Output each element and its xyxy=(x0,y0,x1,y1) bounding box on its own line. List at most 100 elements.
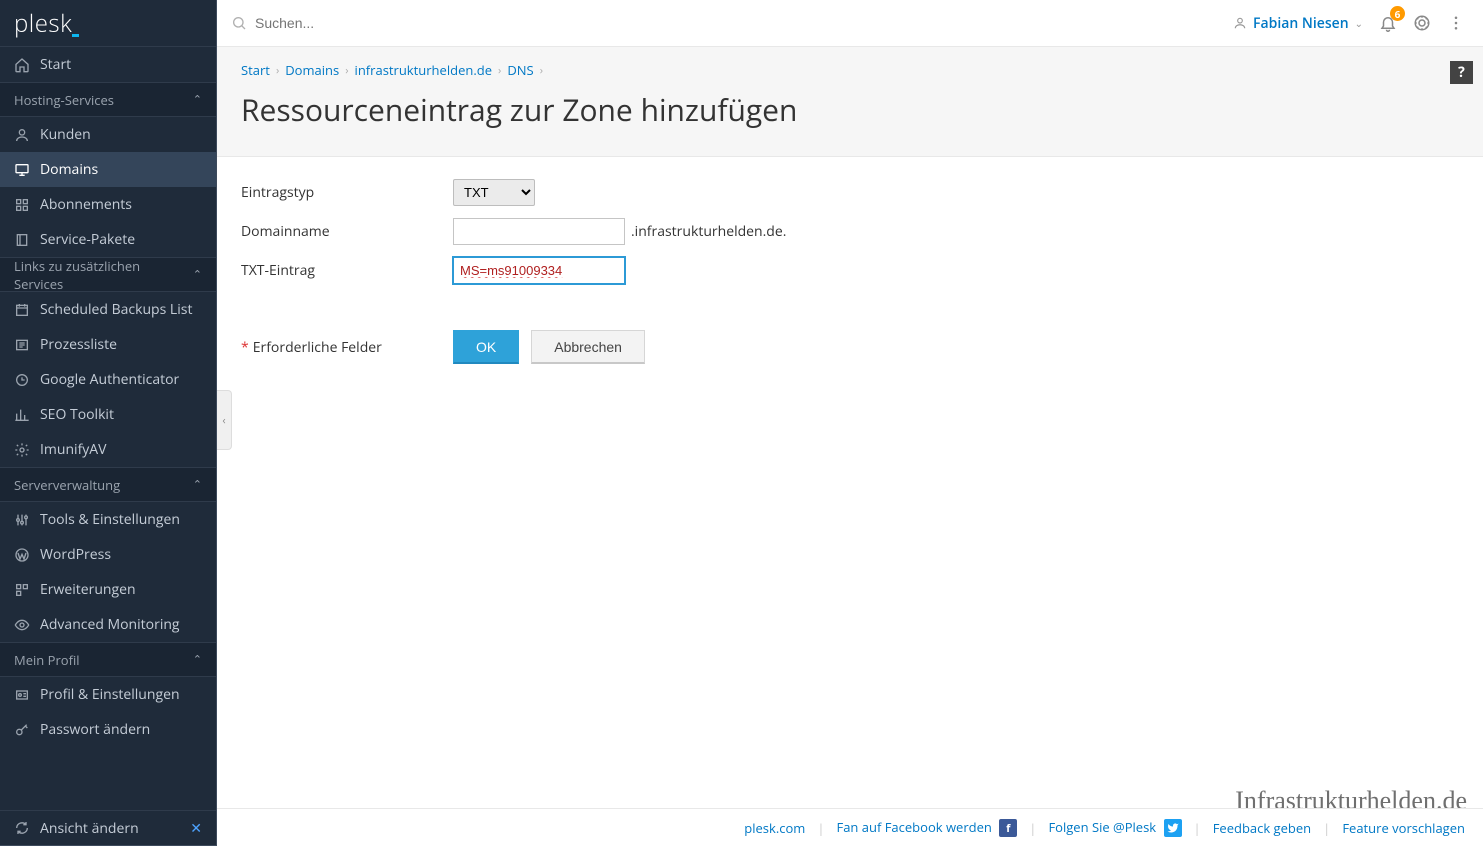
breadcrumb-item[interactable]: infrastrukturhelden.de xyxy=(355,61,492,79)
sidebar-item-label: Passwort ändern xyxy=(40,720,202,739)
sidebar-section-profile[interactable]: Mein Profil ⌃ xyxy=(0,642,216,677)
logo[interactable]: plesk xyxy=(0,0,216,47)
form-row-actions: *Erforderliche Felder OK Abbrechen xyxy=(241,330,1459,364)
sidebar-item-label: Prozessliste xyxy=(40,335,202,354)
chevron-right-icon: › xyxy=(540,63,543,78)
sidebar-item-tools[interactable]: Tools & Einstellungen xyxy=(0,502,216,537)
footer-link-feature[interactable]: Feature vorschlagen xyxy=(1342,819,1465,837)
footer-link-twitter[interactable]: Folgen Sie @Plesk xyxy=(1048,818,1156,836)
sidebar-item-prozessliste[interactable]: Prozessliste xyxy=(0,327,216,362)
nav: Start Hosting-Services ⌃ Kunden Domains … xyxy=(0,47,216,810)
sidebar-collapse-handle[interactable]: ‹ xyxy=(217,390,232,450)
sidebar-item-label: Ansicht ändern xyxy=(40,819,180,838)
breadcrumb-item[interactable]: Domains xyxy=(285,61,339,79)
twitter-icon[interactable] xyxy=(1164,819,1182,837)
sidebar-item-erweiterungen[interactable]: Erweiterungen xyxy=(0,572,216,607)
notifications-badge: 6 xyxy=(1390,6,1405,21)
sidebar-section-hosting[interactable]: Hosting-Services ⌃ xyxy=(0,82,216,117)
search-icon xyxy=(231,15,247,31)
chevron-up-icon: ⌃ xyxy=(193,267,202,282)
sidebar-item-kunden[interactable]: Kunden xyxy=(0,117,216,152)
search xyxy=(231,15,1225,31)
key-icon xyxy=(14,722,30,738)
sidebar-item-service-pakete[interactable]: Service-Pakete xyxy=(0,222,216,257)
footer-link-plesk[interactable]: plesk.com xyxy=(744,819,805,837)
chevron-right-icon: › xyxy=(276,63,279,78)
book-icon xyxy=(14,232,30,248)
breadcrumb-item[interactable]: Start xyxy=(241,61,270,79)
notifications-icon[interactable]: 6 xyxy=(1379,14,1397,32)
domain-suffix: .infrastrukturhelden.de. xyxy=(631,222,786,241)
footer: plesk.com | Fan auf Facebook werden f | … xyxy=(217,808,1483,846)
form-label-domain: Domainname xyxy=(241,222,453,241)
sliders-icon xyxy=(14,512,30,528)
sidebar-item-seo[interactable]: SEO Toolkit xyxy=(0,397,216,432)
sidebar-item-label: WordPress xyxy=(40,545,202,564)
sidebar-item-monitoring[interactable]: Advanced Monitoring xyxy=(0,607,216,642)
gear-icon xyxy=(14,442,30,458)
sidebar-section-label: Serververwaltung xyxy=(14,476,120,494)
sidebar-item-label: Abonnements xyxy=(40,195,202,214)
user-icon xyxy=(14,127,30,143)
chart-icon xyxy=(14,407,30,423)
content-header: Start› Domains› infrastrukturhelden.de› … xyxy=(217,47,1483,157)
sidebar-item-password[interactable]: Passwort ändern xyxy=(0,712,216,747)
sidebar-item-backups[interactable]: Scheduled Backups List xyxy=(0,292,216,327)
sidebar-item-label: Tools & Einstellungen xyxy=(40,510,202,529)
sidebar-item-profil[interactable]: Profil & Einstellungen xyxy=(0,677,216,712)
chevron-up-icon: ⌃ xyxy=(193,477,202,492)
form-label-txt: TXT-Eintrag xyxy=(241,261,453,280)
more-menu-icon[interactable] xyxy=(1447,14,1465,32)
sidebar-item-start[interactable]: Start xyxy=(0,47,216,82)
domain-name-input[interactable] xyxy=(453,218,625,245)
sidebar-item-imunify[interactable]: ImunifyAV xyxy=(0,432,216,467)
sidebar-item-label: Advanced Monitoring xyxy=(40,615,202,634)
search-input[interactable] xyxy=(255,15,555,31)
chevron-right-icon: › xyxy=(498,63,501,78)
page-title: Ressourceneintrag zur Zone hinzufügen xyxy=(241,89,1459,130)
sidebar-section-links[interactable]: Links zu zusätzlichen Services ⌃ xyxy=(0,257,216,292)
footer-link-facebook[interactable]: Fan auf Facebook werden xyxy=(836,818,991,836)
sidebar-item-google-auth[interactable]: Google Authenticator xyxy=(0,362,216,397)
sidebar-item-label: Google Authenticator xyxy=(40,370,202,389)
required-fields-note: *Erforderliche Felder xyxy=(241,338,453,357)
cancel-button[interactable]: Abbrechen xyxy=(531,330,645,364)
sidebar-item-wordpress[interactable]: WordPress xyxy=(0,537,216,572)
grid-icon xyxy=(14,197,30,213)
sidebar-item-label: Scheduled Backups List xyxy=(40,300,202,319)
chevron-up-icon: ⌃ xyxy=(193,92,202,107)
sidebar-section-server[interactable]: Serververwaltung ⌃ xyxy=(0,467,216,502)
footer-link-feedback[interactable]: Feedback geben xyxy=(1213,819,1311,837)
facebook-icon[interactable]: f xyxy=(999,819,1017,837)
puzzle-icon xyxy=(14,582,30,598)
breadcrumb-item[interactable]: DNS xyxy=(507,61,533,79)
home-icon xyxy=(14,57,30,73)
sidebar-item-label: Service-Pakete xyxy=(40,230,202,249)
google-icon xyxy=(14,372,30,388)
user-menu[interactable]: Fabian Niesen ⌄ xyxy=(1233,14,1363,33)
sidebar-item-view-change[interactable]: Ansicht ändern ✕ xyxy=(0,810,216,845)
sidebar-item-label: Kunden xyxy=(40,125,202,144)
sidebar-item-label: SEO Toolkit xyxy=(40,405,202,424)
help-icon[interactable] xyxy=(1413,14,1431,32)
form-label-type: Eintragstyp xyxy=(241,183,453,202)
cycle-icon xyxy=(14,820,30,836)
sidebar-section-label: Links zu zusätzlichen Services xyxy=(14,257,183,293)
list-icon xyxy=(14,337,30,353)
sidebar-item-label: Domains xyxy=(40,160,202,179)
close-icon[interactable]: ✕ xyxy=(190,819,202,838)
page-help-button[interactable]: ? xyxy=(1450,61,1473,84)
eye-icon xyxy=(14,617,30,633)
sidebar-item-domains[interactable]: Domains xyxy=(0,152,216,187)
sidebar-item-abonnements[interactable]: Abonnements xyxy=(0,187,216,222)
txt-record-input[interactable] xyxy=(453,257,625,284)
sidebar-section-label: Mein Profil xyxy=(14,651,80,669)
chevron-down-icon: ⌄ xyxy=(1355,16,1363,30)
sidebar-item-label: Erweiterungen xyxy=(40,580,202,599)
ok-button[interactable]: OK xyxy=(453,330,519,364)
monitor-icon xyxy=(14,162,30,178)
content-body: Eintragstyp TXT Domainname .infrastruktu… xyxy=(217,157,1483,846)
id-icon xyxy=(14,687,30,703)
record-type-select[interactable]: TXT xyxy=(453,179,535,206)
form-row-domain: Domainname .infrastrukturhelden.de. xyxy=(241,218,1459,245)
